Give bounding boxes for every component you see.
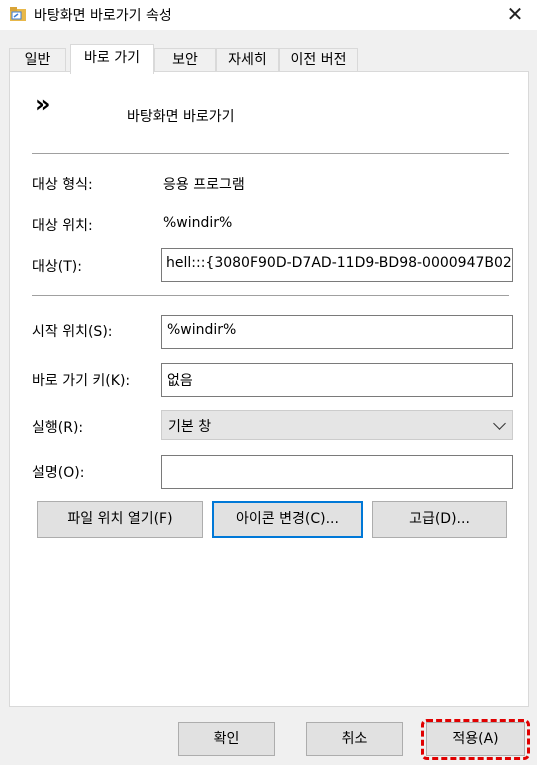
divider	[32, 153, 509, 154]
chevron-down-icon	[493, 417, 506, 430]
apply-button[interactable]: 적용(A)	[426, 722, 525, 756]
run-select[interactable]: 기본 창	[161, 410, 513, 440]
target-location-label: 대상 위치:	[32, 218, 93, 234]
run-select-value: 기본 창	[168, 419, 212, 435]
open-file-location-button[interactable]: 파일 위치 열기(F)	[37, 501, 203, 538]
comment-label: 설명(O):	[32, 465, 85, 481]
shortcut-name: 바탕화면 바로가기	[127, 109, 235, 125]
tab-details[interactable]: 자세히	[216, 48, 279, 72]
change-icon-button[interactable]: 아이콘 변경(C)...	[212, 501, 363, 538]
comment-input[interactable]	[161, 455, 513, 489]
shortcut-icon: »	[35, 90, 51, 118]
title-bar: 바탕화면 바로가기 속성 ✕	[0, 0, 537, 30]
close-icon[interactable]: ✕	[501, 2, 529, 26]
folder-shortcut-icon	[10, 7, 26, 21]
run-label: 실행(R):	[32, 420, 84, 436]
ok-button[interactable]: 확인	[178, 722, 275, 756]
divider	[32, 295, 509, 296]
shortcut-key-label: 바로 가기 키(K):	[32, 373, 131, 389]
cancel-button[interactable]: 취소	[306, 722, 403, 756]
target-type-label: 대상 형식:	[32, 177, 93, 193]
tab-previous-versions[interactable]: 이전 버전	[279, 48, 358, 72]
target-label: 대상(T):	[32, 259, 82, 275]
tab-security[interactable]: 보안	[154, 48, 216, 72]
start-in-label: 시작 위치(S):	[32, 324, 113, 340]
tab-general[interactable]: 일반	[9, 48, 66, 72]
target-location-value: %windir%	[163, 215, 233, 231]
shortcut-panel: » 바탕화면 바로가기 대상 형식: 응용 프로그램 대상 위치: %windi…	[9, 71, 529, 707]
advanced-button[interactable]: 고급(D)...	[372, 501, 507, 538]
shortcut-key-input[interactable]: 없음	[161, 363, 513, 397]
target-input[interactable]: hell:::{3080F90D-D7AD-11D9-BD98-0000947B…	[161, 248, 513, 282]
target-type-value: 응용 프로그램	[163, 177, 245, 193]
tab-shortcut[interactable]: 바로 가기	[70, 44, 154, 74]
window-title: 바탕화면 바로가기 속성	[34, 8, 172, 24]
start-in-input[interactable]: %windir%	[161, 315, 513, 349]
